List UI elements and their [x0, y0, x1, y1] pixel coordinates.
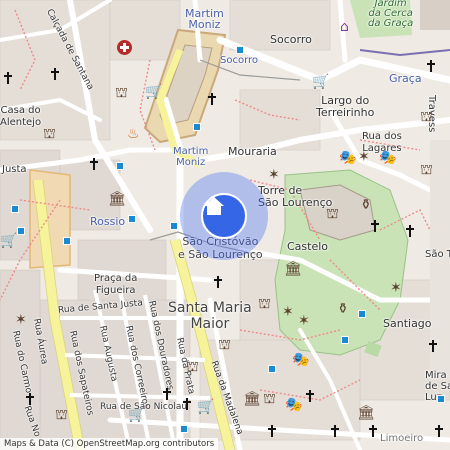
church-icon [89, 158, 99, 170]
viewpoint-icon: ✶ [268, 167, 280, 183]
label-graca: Graça [389, 72, 422, 85]
hospital-icon [117, 40, 132, 55]
church-icon [405, 225, 415, 237]
transit-stop-icon [268, 365, 276, 373]
theatre-icon: 🎭 [285, 397, 303, 413]
transit-stop-icon [358, 310, 366, 318]
viewpoint-icon: ✶ [282, 304, 294, 320]
label-justa: Justa [2, 164, 27, 175]
viewpoint-icon: ✶ [298, 313, 310, 329]
theatre-icon: 🎭 [339, 150, 357, 166]
museum-icon: 🏛 [357, 405, 375, 421]
label-casa-alentejo: Casa do Alentejo [0, 105, 42, 128]
shopping-cart-icon: 🛒 [197, 399, 215, 415]
church-icon [3, 72, 13, 84]
monument-icon: ⛫ [326, 206, 339, 222]
home-icon [204, 197, 224, 215]
museum-icon: 🏛 [108, 191, 126, 207]
transit-stop-icon [63, 237, 71, 245]
label-sao-t: São T [425, 249, 450, 260]
church-icon [25, 393, 35, 405]
church-icon [426, 60, 436, 72]
label-limoeiro: Limoeiro [380, 433, 424, 444]
transit-stop-icon [170, 222, 178, 230]
label-martim-moniz-station: Martim Moniz [173, 146, 209, 168]
monument-icon: ⛫ [186, 359, 199, 375]
church-icon [50, 68, 60, 80]
current-location-marker[interactable] [201, 193, 247, 239]
transit-stop-icon [193, 123, 201, 131]
church-icon [213, 276, 223, 288]
theatre-icon: 🎭 [292, 352, 310, 368]
transit-stop-icon [128, 215, 136, 223]
viewpoint-icon: ✶ [15, 312, 27, 328]
archaeology-icon: ⚱ [360, 197, 372, 213]
church-icon [368, 425, 378, 437]
shopping-cart-icon: 🛒 [145, 84, 163, 100]
transit-stop-icon [11, 205, 19, 213]
church-icon [330, 425, 340, 437]
monument-icon: ⛫ [420, 162, 433, 178]
monument-icon: ⛫ [55, 407, 68, 423]
label-santiago: Santiago [383, 317, 432, 330]
church-icon [370, 220, 380, 232]
church-icon [428, 340, 438, 352]
label-jardim: Jardim da Cerca da Graça [368, 0, 414, 29]
archaeology-icon: ⚱ [337, 301, 349, 317]
map-view[interactable]: Martim Moniz Socorro Socorro Jardim da C… [0, 0, 450, 450]
transit-stop-icon [116, 162, 124, 170]
label-castelo: Castelo [287, 240, 329, 253]
shopping-cart-icon: 🛒 [0, 233, 18, 249]
transit-stop-icon [437, 395, 445, 403]
monument-icon: ⛫ [263, 391, 276, 407]
label-martim-moniz-top: Martim Moniz [185, 7, 224, 31]
church-icon [207, 93, 217, 105]
monument-icon: ⛫ [218, 337, 231, 353]
label-largo-terreirinho: Largo do Terreirinho [316, 94, 375, 119]
shopping-cart-icon: 🛒 [312, 74, 330, 90]
transit-stop-icon [180, 425, 188, 433]
transit-stop-icon [341, 336, 349, 344]
shop-icon: ⌂ [340, 19, 349, 35]
monument-icon: ⛫ [420, 109, 433, 125]
transit-stop-icon [236, 46, 244, 54]
museum-icon: 🏛 [243, 391, 261, 407]
church-icon [434, 425, 444, 437]
label-torre-sao-lourenco: Torre de São Lourenço [258, 184, 333, 209]
church-icon [267, 425, 277, 437]
monument-icon: ⛫ [258, 296, 271, 312]
museum-icon: 🏛 [284, 261, 302, 277]
monument-icon: ⛫ [115, 85, 128, 101]
church-icon [162, 388, 172, 400]
viewpoint-icon: ✶ [390, 280, 402, 296]
label-rossio: Rossio [90, 215, 126, 228]
label-mouraria: Mouraria [228, 145, 277, 158]
church-icon [182, 398, 192, 410]
label-santa-maria-maior: Santa Maria Maior [168, 300, 252, 332]
church-icon [305, 390, 315, 402]
shopping-cart-icon: 🛒 [128, 407, 146, 423]
transit-stop-icon [17, 227, 25, 235]
label-socorro: Socorro [270, 33, 312, 46]
label-socorro-station: Socorro [220, 55, 259, 66]
label-praca-figueira: Praça da Figueira [94, 273, 138, 296]
viewpoint-icon: ✶ [358, 149, 370, 165]
theatre-icon: 🎭 [379, 150, 397, 166]
monument-icon: ⛫ [43, 126, 56, 142]
map-attribution[interactable]: Maps & Data (C) OpenStreetMap.org contri… [0, 438, 219, 450]
fire-icon: ♨ [127, 126, 140, 142]
